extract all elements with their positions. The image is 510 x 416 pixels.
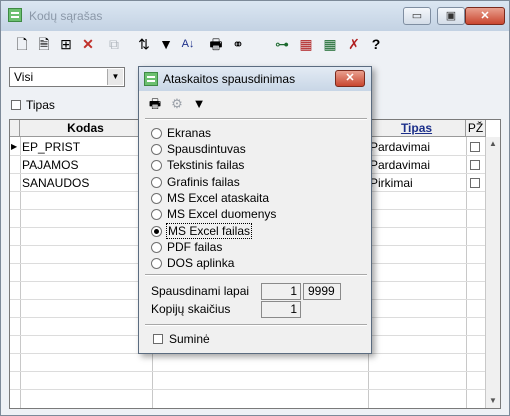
sumine-checkbox[interactable] — [153, 334, 163, 344]
radio-grafinis-failas-label[interactable]: Grafinis failas — [167, 175, 240, 189]
hierarchy-icon[interactable]: ⊶ — [273, 35, 291, 53]
table-row-kodas[interactable]: PAJAMOS — [20, 156, 152, 174]
filter-selected-value: Visi — [14, 70, 34, 84]
app-icon — [8, 8, 22, 22]
tipas-checkbox-label: Tipas — [26, 98, 55, 112]
radio-ms-excel-duomenys-label[interactable]: MS Excel duomenys — [167, 207, 276, 221]
current-row-indicator-icon: ▶ — [11, 142, 18, 151]
table-row-kodas[interactable]: SANAUDOS — [20, 174, 152, 192]
radio-ekranas-label[interactable]: Ekranas — [167, 126, 211, 140]
binoculars-icon[interactable]: ⚭ — [229, 35, 247, 53]
radio-ms-excel-failas-label[interactable]: MS Excel failas — [165, 223, 253, 239]
table-row-tipas[interactable]: Pirkimai — [368, 174, 466, 192]
help-icon[interactable]: ? — [367, 35, 385, 53]
tipas-checkbox[interactable] — [11, 100, 21, 110]
radio-ms-excel-ataskaita[interactable] — [151, 193, 162, 204]
edit-doc-icon[interactable]: 🗎 — [35, 35, 53, 53]
pages-from-input[interactable]: 1 — [261, 283, 301, 300]
new-doc-icon[interactable]: 🗋 — [13, 35, 31, 53]
vertical-scrollbar[interactable]: ▲ ▼ — [485, 137, 500, 408]
radio-tekstinis-failas-label[interactable]: Tekstinis failas — [167, 158, 244, 172]
copies-input[interactable]: 1 — [261, 301, 301, 318]
table-row-tipas[interactable]: Pardavimai — [368, 138, 466, 156]
dialog-close-button[interactable]: ✕ — [335, 70, 365, 87]
sumine-checkbox-label[interactable]: Suminė — [169, 332, 210, 346]
column-header-pz[interactable]: PŽ — [466, 120, 486, 137]
row-indicator-header — [10, 120, 20, 137]
table-row-tipas[interactable]: Pardavimai — [368, 156, 466, 174]
copy-icon[interactable]: ⧉ — [105, 35, 123, 53]
radio-ekranas[interactable] — [151, 128, 162, 139]
sort-az-icon[interactable]: A↓ — [179, 35, 197, 53]
radio-tekstinis-failas[interactable] — [151, 160, 162, 171]
dialog-app-icon — [144, 72, 158, 86]
radio-ms-excel-failas[interactable] — [151, 226, 162, 237]
tree-icon[interactable]: ⊞ — [57, 35, 75, 53]
dialog-separator — [145, 274, 367, 276]
minimize-button[interactable]: ▭ — [403, 7, 431, 25]
printer-icon[interactable]: 🖶 — [207, 35, 225, 53]
grid-line — [10, 389, 500, 390]
table-row-pz-checkbox[interactable] — [470, 160, 480, 170]
column-header-tipas[interactable]: Tipas — [368, 120, 466, 137]
group-add-icon[interactable]: ▦ — [321, 35, 339, 53]
main-toolbar: 🗋 🗎 ⊞ ✕ ⧉ ⇅ ▼ A↓ 🖶 ⚭ ⊶ ▦ ▦ ✗ ? — [1, 31, 509, 57]
dialog-separator — [145, 324, 367, 326]
radio-pdf-failas-label[interactable]: PDF failas — [167, 240, 222, 254]
pages-label: Spausdinami lapai — [151, 284, 250, 298]
radio-grafinis-failas[interactable] — [151, 177, 162, 188]
grid-line — [466, 137, 467, 408]
group-icon[interactable]: ▦ — [297, 35, 315, 53]
radio-spausdintuvas-label[interactable]: Spausdintuvas — [167, 142, 246, 156]
setup-icon[interactable]: ⚙ — [169, 96, 185, 112]
print-report-dialog: Ataskaitos spausdinimas ✕ 🖶 ⚙ ▼ Ekranas … — [138, 66, 372, 354]
tools-icon[interactable]: ✗ — [345, 35, 363, 53]
chevron-down-icon[interactable]: ▼ — [107, 69, 123, 85]
radio-dos-aplinka-label[interactable]: DOS aplinka — [167, 256, 234, 270]
radio-dos-aplinka[interactable] — [151, 258, 162, 269]
dialog-title: Ataskaitos spausdinimas — [163, 72, 296, 86]
radio-ms-excel-duomenys[interactable] — [151, 209, 162, 220]
table-row-pz-checkbox[interactable] — [470, 142, 480, 152]
filter-icon[interactable]: ▼ — [191, 96, 207, 112]
filter-icon[interactable]: ▼ — [157, 35, 175, 53]
close-button[interactable]: ✕ — [465, 7, 505, 25]
column-header-kodas[interactable]: Kodas — [20, 120, 152, 137]
sort-icon[interactable]: ⇅ — [135, 35, 153, 53]
dialog-separator — [145, 118, 367, 120]
delete-icon[interactable]: ✕ — [79, 35, 97, 53]
scroll-down-icon[interactable]: ▼ — [486, 394, 500, 408]
grid-line — [10, 371, 500, 372]
title-bar: Kodų sąrašas ▭ ▣ ✕ — [1, 1, 509, 31]
dialog-title-bar: Ataskaitos spausdinimas ✕ — [139, 67, 371, 91]
filter-dropdown[interactable]: Visi ▼ — [9, 67, 125, 87]
radio-ms-excel-ataskaita-label[interactable]: MS Excel ataskaita — [167, 191, 269, 205]
scroll-up-icon[interactable]: ▲ — [486, 137, 500, 151]
window-title: Kodų sąrašas — [29, 9, 103, 23]
radio-spausdintuvas[interactable] — [151, 144, 162, 155]
table-row-kodas[interactable]: EP_PRIST — [20, 138, 152, 156]
table-row-pz-checkbox[interactable] — [470, 178, 480, 188]
pages-to-input[interactable]: 9999 — [303, 283, 341, 300]
maximize-button[interactable]: ▣ — [437, 7, 465, 25]
copies-label: Kopijų skaičius — [151, 302, 231, 316]
radio-pdf-failas[interactable] — [151, 242, 162, 253]
printer-icon[interactable]: 🖶 — [147, 96, 163, 112]
